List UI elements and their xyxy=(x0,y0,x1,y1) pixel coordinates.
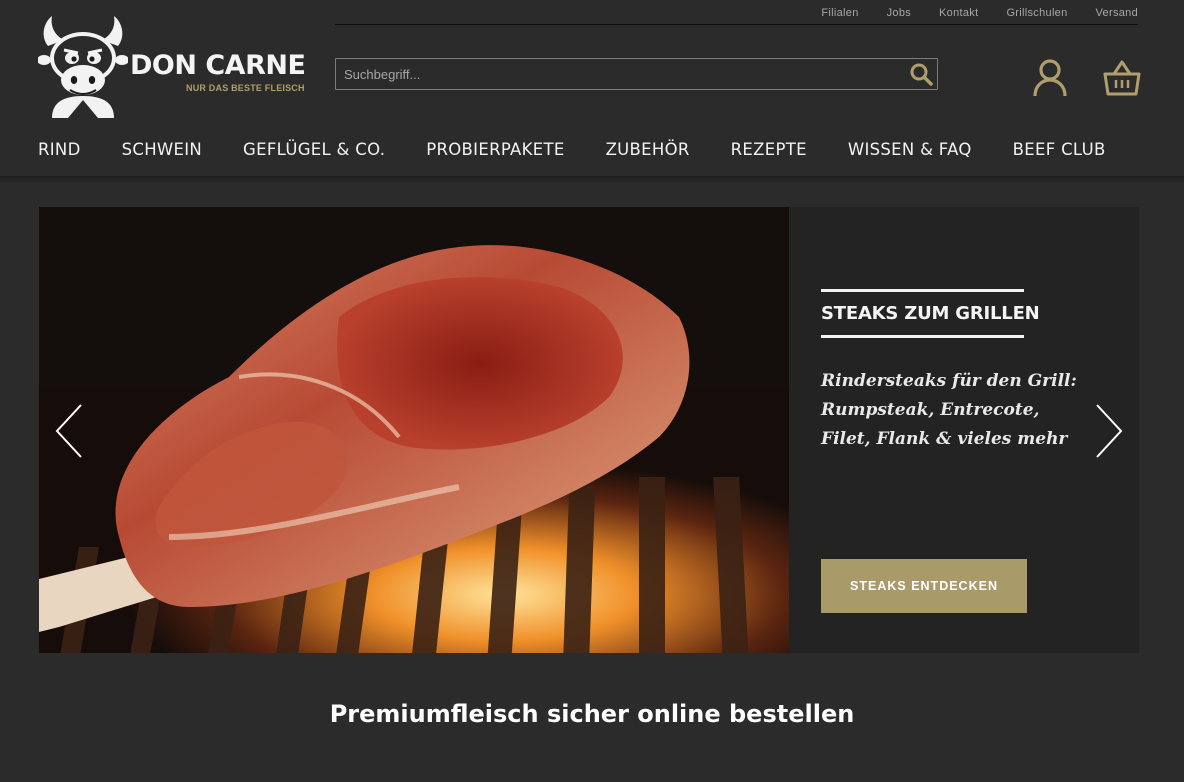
search-form xyxy=(335,58,938,90)
nav-item-rezepte[interactable]: REZEPTE xyxy=(731,140,807,159)
service-link-grillschulen[interactable]: Grillschulen xyxy=(1006,7,1067,19)
nav-item-probierpakete[interactable]: PROBIERPAKETE xyxy=(426,140,564,159)
discover-steaks-button[interactable]: STEAKS ENTDECKEN xyxy=(821,559,1027,613)
slider-next-button[interactable] xyxy=(1089,401,1129,461)
slide-content-panel: STEAKS ZUM GRILLEN Rindersteaks für den … xyxy=(789,207,1139,653)
header-divider xyxy=(335,24,1138,25)
service-link-kontakt[interactable]: Kontakt xyxy=(939,7,978,19)
bull-mascot-icon xyxy=(38,16,128,118)
title-rule-top xyxy=(821,289,1024,292)
nav-item-wissen-faq[interactable]: WISSEN & FAQ xyxy=(848,140,972,159)
service-nav: Filialen Jobs Kontakt Grillschulen Versa… xyxy=(821,7,1138,19)
grilled-steak-photo xyxy=(39,207,789,653)
slider-prev-button[interactable] xyxy=(49,401,89,461)
user-icon xyxy=(1033,59,1067,97)
brand-logo[interactable]: DON CARNE NUR DAS BESTE FLEISCH xyxy=(38,14,306,118)
nav-item-rind[interactable]: RIND xyxy=(38,140,81,159)
nav-item-schwein[interactable]: SCHWEIN xyxy=(122,140,202,159)
account-button[interactable] xyxy=(1030,58,1070,98)
slide-description: Rindersteaks für den Grill: Rumpsteak, E… xyxy=(821,371,1077,449)
site-header: DON CARNE NUR DAS BESTE FLEISCH Filialen… xyxy=(0,0,1184,178)
search-icon xyxy=(910,63,933,86)
title-rule-bottom xyxy=(821,335,1024,338)
service-link-jobs[interactable]: Jobs xyxy=(887,7,911,19)
search-button[interactable] xyxy=(907,62,935,87)
chevron-left-icon xyxy=(55,404,82,458)
nav-item-beef-club[interactable]: BEEF CLUB xyxy=(1013,140,1106,159)
page-headline: Premiumfleisch sicher online bestellen xyxy=(329,700,855,728)
header-shadow xyxy=(0,176,1184,184)
service-link-versand[interactable]: Versand xyxy=(1096,7,1138,19)
shopping-basket-icon xyxy=(1103,60,1141,96)
slide-title: STEAKS ZUM GRILLEN xyxy=(821,303,1040,324)
chevron-right-icon xyxy=(1096,404,1123,458)
cart-button[interactable] xyxy=(1102,58,1142,98)
brand-name: DON CARNE xyxy=(130,50,306,81)
nav-item-gefluegel[interactable]: GEFLÜGEL & CO. xyxy=(243,140,385,159)
hero-slider: STEAKS ZUM GRILLEN Rindersteaks für den … xyxy=(39,207,1139,653)
nav-item-zubehoer[interactable]: ZUBEHÖR xyxy=(606,140,690,159)
page: DON CARNE NUR DAS BESTE FLEISCH Filialen… xyxy=(0,0,1184,782)
main-nav: RIND SCHWEIN GEFLÜGEL & CO. PROBIERPAKET… xyxy=(38,140,1106,159)
search-input[interactable] xyxy=(344,64,894,84)
brand-tagline: NUR DAS BESTE FLEISCH xyxy=(186,83,305,93)
service-link-filialen[interactable]: Filialen xyxy=(821,7,858,19)
slide-image[interactable] xyxy=(39,207,789,653)
